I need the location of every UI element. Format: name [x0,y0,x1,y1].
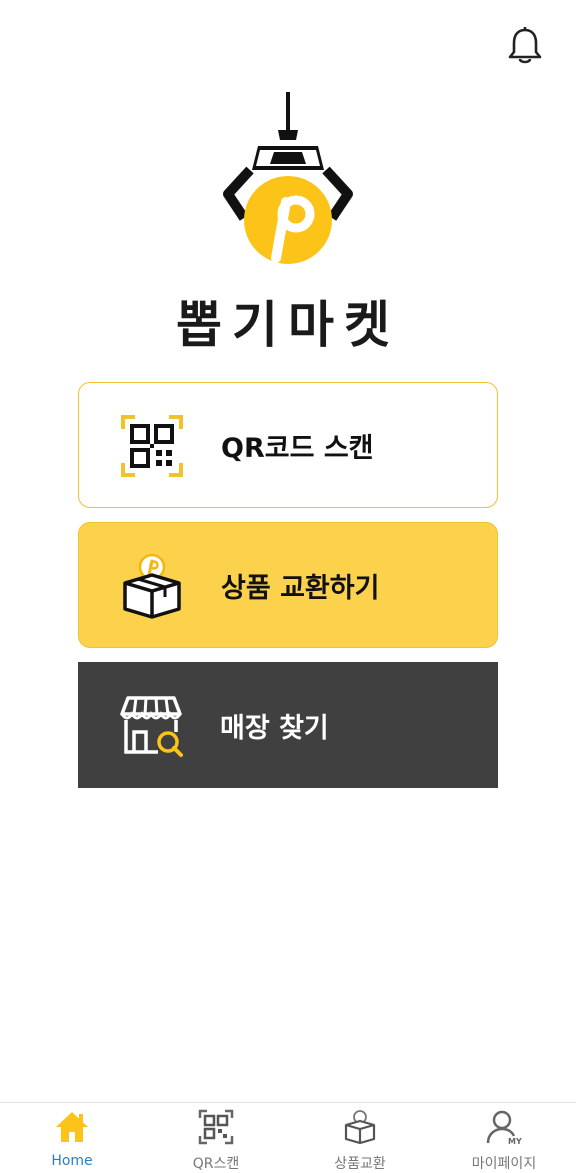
tab-qr-scan-label: QR스캔 [192,1156,240,1172]
find-store-card[interactable]: 매장 찾기 [78,662,498,788]
tab-qr-scan[interactable]: QR스캔 [144,1103,288,1172]
qr-scan-label: QR코드 스캔 [221,432,374,464]
exchange-product-label: 상품 교환하기 [221,572,380,604]
brand-name: 뽑기마켓 [176,296,400,354]
tab-home[interactable]: Home [0,1103,144,1171]
box-icon [344,1110,376,1145]
home-icon [56,1112,88,1142]
bell-icon[interactable] [505,26,545,68]
exchange-product-card[interactable]: 상품 교환하기 [78,522,498,648]
qr-scan-card[interactable]: QR코드 스캔 [78,382,498,508]
tab-exchange[interactable]: 상품교환 [288,1103,432,1172]
find-store-label: 매장 찾기 [220,712,329,744]
tab-mypage[interactable]: MY 마이페이지 [432,1103,576,1172]
qr-icon [198,1109,234,1145]
store-search-icon [120,696,183,757]
tab-home-label: Home [51,1153,93,1169]
tab-exchange-label: 상품교환 [334,1156,386,1172]
user-icon: MY [486,1110,522,1145]
brand-logo [223,92,353,264]
tab-mypage-label: 마이페이지 [471,1156,537,1172]
bottom-tab-bar: Home QR스캔 상품교환 MY 마이페이지 [0,1102,576,1172]
box-coin-icon [123,553,181,619]
qr-scan-icon [121,415,183,477]
svg-text:MY: MY [508,1137,522,1145]
